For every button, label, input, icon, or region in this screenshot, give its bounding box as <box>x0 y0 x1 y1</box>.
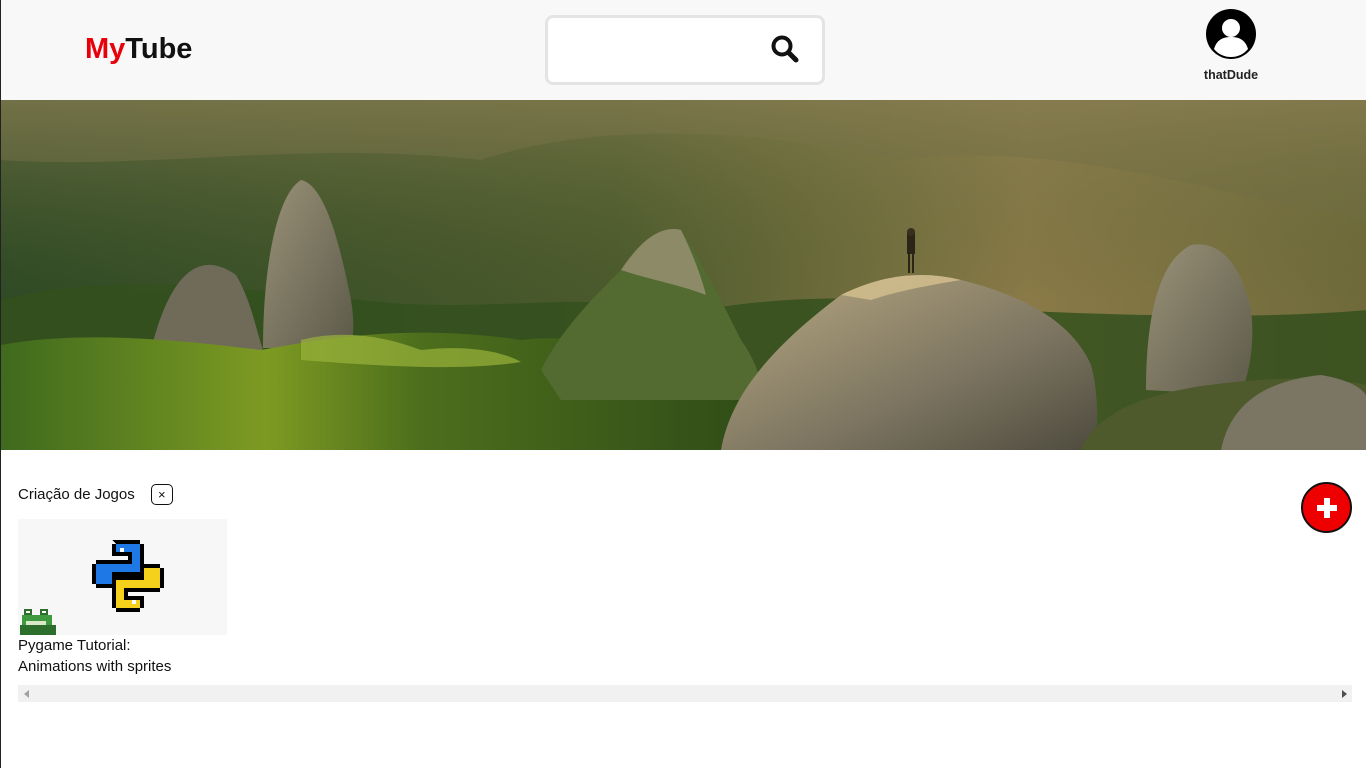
logo-tube: Tube <box>125 33 193 65</box>
playlist-header: Criação de Jogos × <box>18 482 173 506</box>
video-card[interactable]: Pygame Tutorial: Animations with sprites <box>18 519 228 677</box>
user-profile[interactable]: thatDude <box>1197 8 1265 90</box>
scroll-left-button[interactable] <box>18 685 35 702</box>
video-thumbnail[interactable] <box>18 519 227 635</box>
video-title[interactable]: Pygame Tutorial: Animations with sprites <box>18 635 228 677</box>
mytube-logo[interactable]: MyTube <box>85 33 192 66</box>
chevron-right-icon <box>1341 689 1347 698</box>
add-playlist-button[interactable] <box>1301 482 1352 533</box>
video-title-line-2: Animations with sprites <box>18 658 172 675</box>
scroll-right-button[interactable] <box>1335 685 1352 702</box>
search-icon <box>771 35 799 63</box>
banner-image <box>1 100 1366 450</box>
username-label: thatDude <box>1203 68 1259 82</box>
search-box <box>545 15 825 85</box>
chevron-left-icon <box>23 689 29 698</box>
search-button[interactable] <box>770 34 802 66</box>
frog-sprite-icon <box>20 609 56 635</box>
user-avatar-icon <box>1206 9 1256 59</box>
top-header: MyTube thatDude <box>1 0 1366 100</box>
search-input[interactable] <box>558 30 758 70</box>
close-icon: × <box>157 486 166 502</box>
plus-icon <box>1316 497 1337 518</box>
video-title-line-1: Pygame Tutorial: <box>18 637 131 654</box>
remove-playlist-button[interactable]: × <box>150 483 173 505</box>
python-logo-icon <box>92 540 164 612</box>
horizontal-scrollbar[interactable] <box>18 685 1352 702</box>
logo-my: My <box>85 33 126 65</box>
playlist-title: Criação de Jogos <box>18 485 135 503</box>
